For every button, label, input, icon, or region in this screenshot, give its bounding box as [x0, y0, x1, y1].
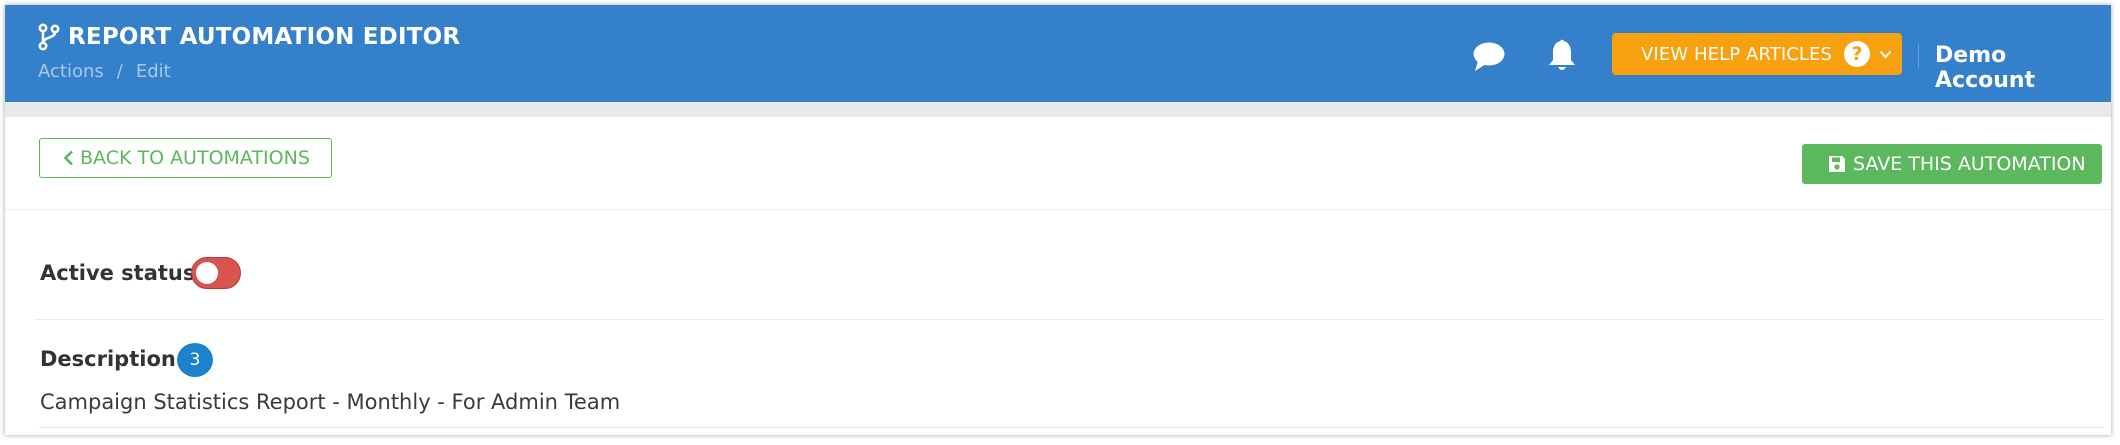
app-window: REPORT AUTOMATION EDITOR Actions / Edit … [5, 5, 2111, 435]
branch-icon [38, 23, 60, 51]
account-menu[interactable]: Demo Account [1935, 43, 2111, 93]
question-icon: ? [1844, 41, 1871, 67]
chat-icon[interactable] [1472, 41, 1506, 73]
description-value[interactable]: Campaign Statistics Report - Monthly - F… [40, 390, 620, 414]
description-label: Description [40, 347, 176, 371]
view-help-articles-button[interactable]: VIEW HELP ARTICLES ? [1612, 33, 1902, 75]
back-to-automations-button[interactable]: BACK TO AUTOMATIONS [39, 138, 332, 178]
active-status-label: Active status [40, 261, 196, 285]
back-button-label: BACK TO AUTOMATIONS [80, 147, 310, 169]
save-button-label: SAVE THIS AUTOMATION [1853, 153, 2086, 175]
page-title: REPORT AUTOMATION EDITOR [68, 24, 461, 50]
header-subbar [5, 102, 2111, 117]
divider [35, 319, 2105, 320]
title-row: REPORT AUTOMATION EDITOR [36, 23, 460, 51]
toggle-knob [196, 262, 218, 284]
top-header: REPORT AUTOMATION EDITOR Actions / Edit … [5, 5, 2111, 102]
breadcrumb: Actions / Edit [38, 61, 171, 82]
breadcrumb-separator: / [116, 61, 123, 82]
chevron-left-icon [63, 150, 73, 166]
description-underline [39, 427, 2105, 428]
divider [5, 209, 2111, 210]
help-button-label: VIEW HELP ARTICLES [1641, 43, 1833, 65]
save-automation-button[interactable]: SAVE THIS AUTOMATION [1802, 144, 2102, 184]
bell-icon[interactable] [1547, 39, 1577, 73]
header-divider [1918, 43, 1919, 69]
editor-content: BACK TO AUTOMATIONS SAVE THIS AUTOMATION… [5, 117, 2111, 435]
floppy-disk-icon [1829, 156, 1845, 172]
active-status-toggle[interactable] [191, 257, 241, 289]
chevron-down-icon [1879, 50, 1892, 58]
breadcrumb-item-actions[interactable]: Actions [38, 61, 104, 82]
breadcrumb-item-edit: Edit [135, 61, 171, 82]
description-count-badge: 3 [177, 343, 213, 377]
